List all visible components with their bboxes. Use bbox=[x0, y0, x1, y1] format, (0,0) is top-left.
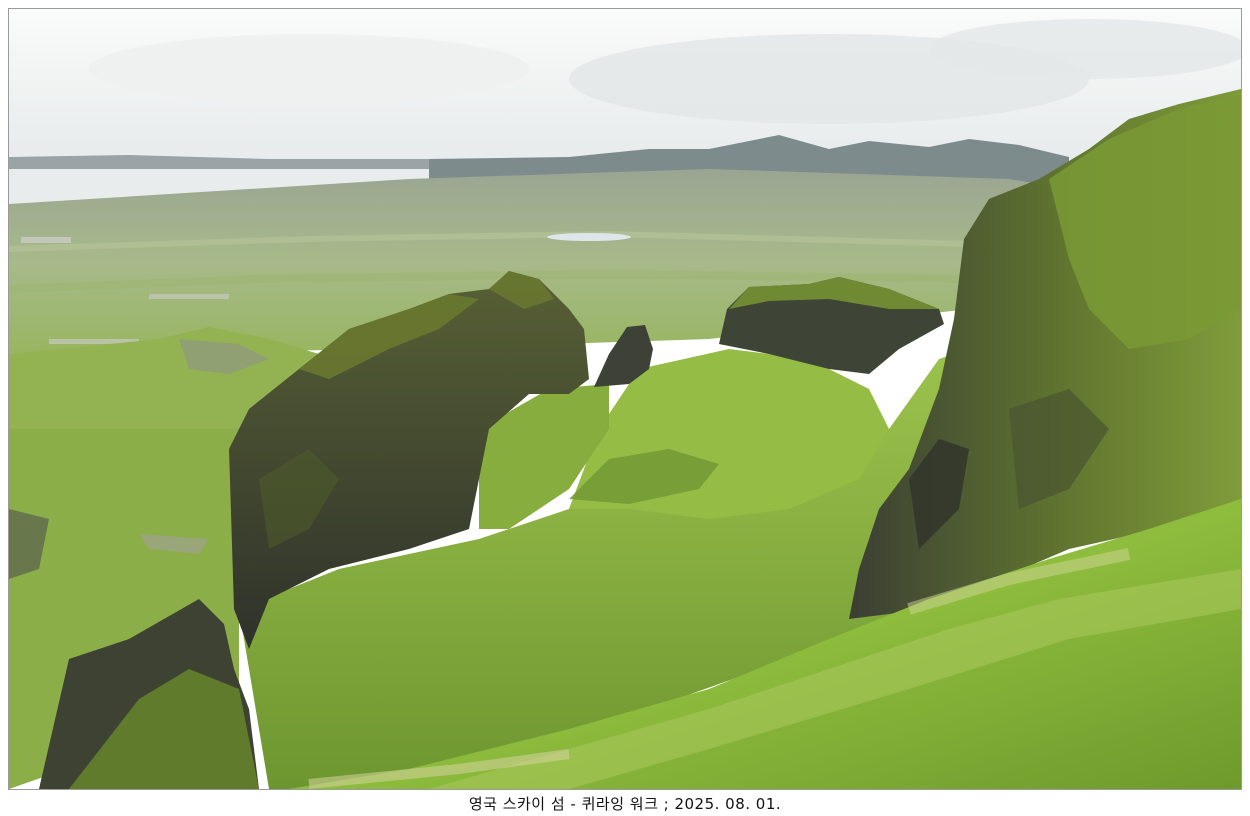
photo-caption: 영국 스카이 섬 - 퀴라잉 워크 ; 2025. 08. 01. bbox=[468, 795, 782, 813]
landscape-photo bbox=[8, 8, 1242, 790]
image-frame: 영국 스카이 섬 - 퀴라잉 워크 ; 2025. 08. 01. bbox=[0, 0, 1250, 816]
lake bbox=[547, 233, 631, 241]
quiraing-landscape-illustration bbox=[9, 9, 1241, 789]
